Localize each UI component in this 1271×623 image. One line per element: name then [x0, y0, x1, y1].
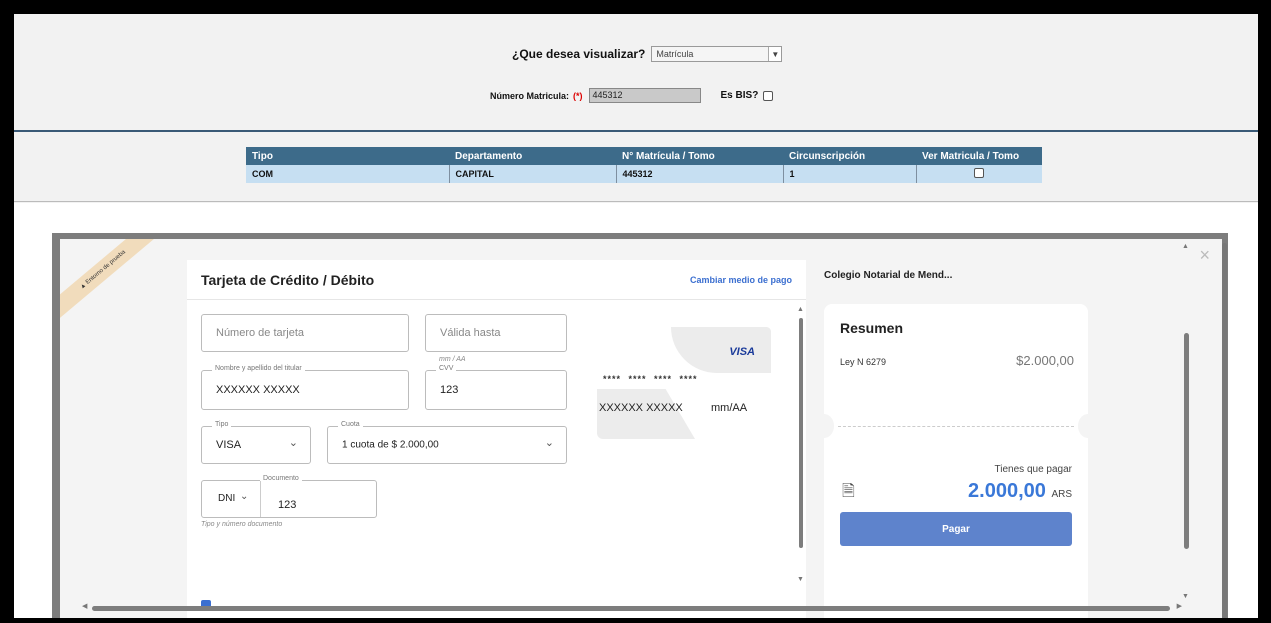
cvv-legend: CVV — [436, 365, 457, 372]
visualize-row: ¿Que desea visualizar? Matrícula ▼ — [512, 46, 783, 62]
payment-modal: ▲ Entorno de prueba × Tarjeta de Crédito… — [60, 239, 1222, 618]
card-number-field[interactable]: Número de tarjeta — [201, 314, 409, 352]
valid-until-field[interactable]: Válida hasta — [425, 314, 567, 352]
inner-scrollbar[interactable]: ▲ ▼ — [797, 306, 805, 616]
chevron-down-icon: ⌄ — [240, 491, 249, 502]
card-title: Tarjeta de Crédito / Débito — [201, 271, 375, 288]
chevron-down-icon: ⌄ — [544, 437, 554, 449]
results-table: Tipo Departamento N° Matrícula / Tomo Ci… — [246, 147, 1042, 183]
cell-circunscripcion: 1 — [782, 165, 916, 183]
scrollbar-thumb[interactable] — [1222, 243, 1227, 618]
query-form: ¿Que desea visualizar? Matrícula ▼ Númer… — [14, 14, 1258, 132]
tipo-select[interactable]: Tipo VISA ⌄ — [201, 421, 311, 464]
scroll-down-icon[interactable]: ▼ — [1182, 593, 1189, 600]
cvv-field[interactable]: CVV 123 — [425, 365, 567, 410]
valid-until-placeholder: Válida hasta — [440, 327, 501, 339]
visa-logo: VISA — [729, 346, 755, 358]
cell-matricula: 445312 — [615, 165, 783, 183]
page-scrollbar[interactable] — [1221, 233, 1229, 618]
cell-tipo: COM — [246, 165, 449, 183]
change-payment-link[interactable]: Cambiar medio de pago — [690, 275, 792, 285]
cuota-legend: Cuota — [338, 421, 363, 428]
summary-title: Resumen — [840, 320, 904, 336]
header-ver: Ver Matricula / Tomo — [916, 147, 1042, 165]
divider — [838, 426, 1074, 427]
modal-scrollbar[interactable]: ▲ ▼ — [1180, 243, 1192, 613]
card-shape — [671, 327, 771, 373]
cvv-value: 123 — [440, 384, 459, 396]
receipt-icon: 🗎 — [842, 483, 855, 500]
scrollbar-thumb[interactable] — [799, 318, 803, 548]
chevron-down-icon: ⌄ — [288, 437, 298, 449]
card-shape — [597, 389, 695, 439]
visualize-select-value: Matrícula — [656, 49, 694, 59]
holder-value: XXXXXX XXXXX — [216, 384, 300, 396]
ticket-notch — [1078, 414, 1098, 438]
holder-field[interactable]: Nombre y apellido del titular XXXXXX XXX… — [201, 365, 409, 410]
scroll-right-icon[interactable]: ▶ — [1177, 602, 1182, 610]
total-value: 2.000,00 — [968, 480, 1046, 502]
numero-label: Número Matricula: — [490, 90, 570, 101]
item-amount: $2.000,00 — [1016, 353, 1074, 368]
horizontal-scrollbar[interactable]: ◀ ▶ — [82, 603, 1182, 613]
header-departamento: Departamento — [449, 147, 616, 165]
doc-type[interactable]: DNI — [218, 493, 235, 504]
bis-label: Es BIS? — [720, 90, 759, 101]
valid-hint: mm / AA — [439, 356, 466, 363]
doc-value: 123 — [278, 499, 297, 511]
required-mark: (*) — [573, 90, 583, 101]
total-amount: 2.000,00 ARS — [968, 480, 1072, 503]
chevron-down-icon[interactable]: ▼ — [768, 47, 782, 61]
ticket-notch — [814, 414, 834, 438]
scroll-up-icon[interactable]: ▲ — [1182, 243, 1189, 250]
merchant-name: Colegio Notarial de Mend... — [824, 270, 953, 281]
cuota-value: 1 cuota de $ 2.000,00 — [342, 439, 439, 451]
doc-divider — [260, 481, 261, 517]
scrollbar-thumb[interactable] — [1184, 333, 1189, 549]
matricula-row: Número Matricula: (*) 445312 Es BIS? — [490, 88, 774, 103]
item-label: Ley N 6279 — [840, 357, 887, 367]
card-form: Tarjeta de Crédito / Débito Cambiar medi… — [187, 260, 806, 618]
card-number-placeholder: Número de tarjeta — [216, 327, 305, 339]
cell-ver — [915, 165, 1042, 183]
card-header: Tarjeta de Crédito / Débito Cambiar medi… — [187, 260, 806, 300]
document-field[interactable]: Documento DNI ⌄ 123 — [201, 475, 377, 518]
numero-input[interactable]: 445312 — [588, 88, 701, 103]
visualize-label: ¿Que desea visualizar? — [512, 47, 646, 61]
currency: ARS — [1051, 489, 1072, 500]
cell-departamento: CAPITAL — [448, 165, 616, 183]
card-expiry-preview: mm/AA — [711, 402, 748, 414]
close-icon[interactable]: × — [1199, 245, 1210, 266]
card-preview: VISA **** **** **** **** XXXXXX XXXXX mm… — [597, 327, 771, 439]
holder-legend: Nombre y apellido del titular — [212, 365, 305, 372]
scroll-left-icon[interactable]: ◀ — [82, 602, 87, 610]
card-holder-preview: XXXXXX XXXXX — [599, 402, 683, 414]
pay-button[interactable]: Pagar — [840, 512, 1072, 546]
table-row: COM CAPITAL 445312 1 — [246, 165, 1042, 183]
ver-checkbox[interactable] — [974, 168, 985, 178]
header-circunscripcion: Circunscripción — [783, 147, 916, 165]
header-matricula: N° Matrícula / Tomo — [616, 147, 783, 165]
scroll-down-icon[interactable]: ▼ — [797, 576, 804, 583]
bis-checkbox[interactable] — [763, 90, 774, 101]
doc-legend: Documento — [260, 475, 302, 482]
card-number-preview: **** **** **** **** — [603, 374, 698, 384]
test-environment-ribbon: ▲ Entorno de prueba — [60, 239, 167, 326]
page-frame: ¿Que desea visualizar? Matrícula ▼ Númer… — [14, 14, 1258, 618]
doc-hint: Tipo y número documento — [201, 521, 283, 528]
scrollbar-thumb[interactable] — [92, 606, 1170, 611]
to-pay-label: Tienes que pagar — [994, 464, 1072, 475]
header-tipo: Tipo — [246, 147, 449, 165]
scroll-up-icon[interactable]: ▲ — [797, 306, 804, 313]
tipo-legend: Tipo — [212, 421, 232, 428]
cuota-select[interactable]: Cuota 1 cuota de $ 2.000,00 ⌄ — [327, 421, 567, 464]
tipo-value: VISA — [216, 439, 242, 451]
visualize-select[interactable]: Matrícula ▼ — [651, 46, 783, 62]
summary-panel: Resumen Ley N 6279 $2.000,00 Tienes que … — [814, 304, 1098, 618]
results-area: Tipo Departamento N° Matrícula / Tomo Ci… — [14, 134, 1258, 202]
